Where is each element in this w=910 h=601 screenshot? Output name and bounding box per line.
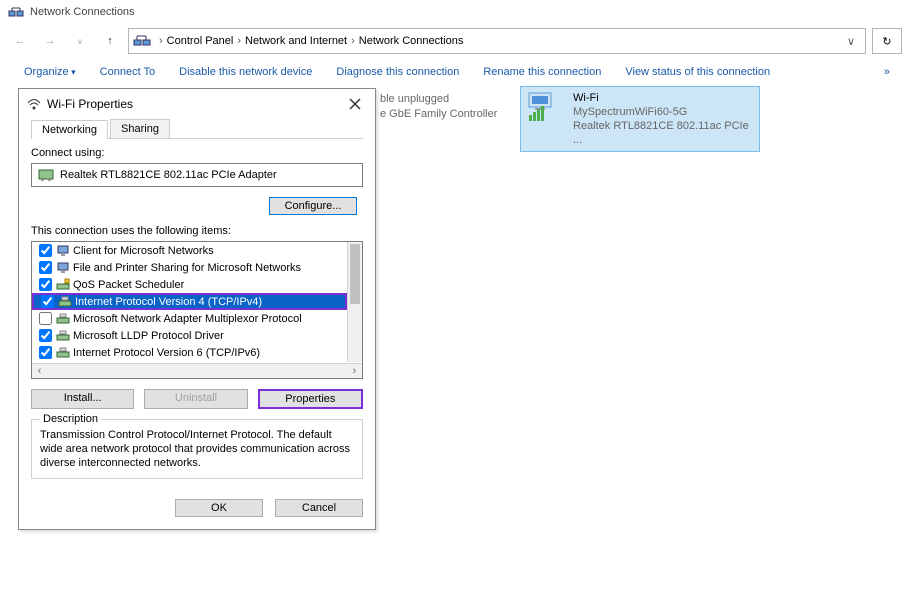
connection-item[interactable]: Internet Protocol Version 6 (TCP/IPv6) [32,344,347,361]
breadcrumb-trail[interactable]: › Control Panel › Network and Internet ›… [128,28,866,54]
window-title-text: Network Connections [30,6,135,18]
item-label: Internet Protocol Version 6 (TCP/IPv6) [73,347,260,359]
adapter-nic: Realtek RTL8821CE 802.11ac PCIe ... [573,119,755,147]
proto-icon [56,346,70,360]
breadcrumb-sep: › [351,35,355,47]
item-checkbox[interactable] [39,244,52,257]
scroll-right-icon[interactable]: › [347,365,362,377]
tab-sharing[interactable]: Sharing [110,119,170,138]
close-icon [349,98,361,110]
connection-item[interactable]: Client for Microsoft Networks [32,242,347,259]
horizontal-scrollbar[interactable]: ‹ › [32,363,362,378]
item-checkbox[interactable] [39,278,52,291]
tab-networking[interactable]: Networking [31,120,108,139]
window-title-bar: Network Connections [0,0,910,24]
network-connections-icon [8,4,24,20]
network-connections-icon [133,32,151,50]
items-label: This connection uses the following items… [31,225,363,237]
connect-to-button[interactable]: Connect To [88,64,167,80]
up-button[interactable]: ↑ [98,29,122,53]
uninstall-button: Uninstall [144,389,247,409]
disable-device-button[interactable]: Disable this network device [167,64,324,80]
breadcrumb-sep: › [159,35,163,47]
adapter-ssid: MySpectrumWiFi60-5G [573,105,755,119]
item-checkbox[interactable] [41,295,54,308]
cancel-button[interactable]: Cancel [275,499,363,517]
tab-strip: Networking Sharing [31,119,363,138]
breadcrumb-dropdown[interactable]: ∨ [841,35,861,48]
item-checkbox[interactable] [39,329,52,342]
rename-button[interactable]: Rename this connection [471,64,613,80]
connection-item[interactable]: File and Printer Sharing for Microsoft N… [32,259,347,276]
breadcrumb-item[interactable]: Control Panel [167,35,234,47]
more-commands-chevron[interactable]: » [876,64,898,80]
diagnose-button[interactable]: Diagnose this connection [324,64,471,80]
command-bar: Organize Connect To Disable this network… [0,58,910,86]
item-label: Client for Microsoft Networks [73,245,214,257]
connection-item[interactable]: Internet Protocol Version 4 (TCP/IPv4) [32,293,347,310]
item-checkbox[interactable] [39,312,52,325]
scroll-left-icon[interactable]: ‹ [32,365,47,377]
description-groupbox: Description Transmission Control Protoco… [31,419,363,479]
properties-button[interactable]: Properties [258,389,363,409]
proto-icon [56,312,70,326]
description-text: Transmission Control Protocol/Internet P… [40,428,354,470]
wifi-adapter-item[interactable]: Wi-Fi MySpectrumWiFi60-5G Realtek RTL882… [520,86,760,152]
connection-item[interactable]: Microsoft LLDP Protocol Driver [32,327,347,344]
install-button[interactable]: Install... [31,389,134,409]
wifi-adapter-icon [525,91,565,123]
close-button[interactable] [343,94,367,114]
back-button[interactable]: ← [8,29,32,53]
share-icon [56,261,70,275]
connection-items-list[interactable]: Client for Microsoft Networks File and Pr… [31,241,363,379]
wifi-icon [27,97,41,111]
connection-item[interactable]: QoS Packet Scheduler [32,276,347,293]
item-label: Microsoft Network Adapter Multiplexor Pr… [73,313,302,325]
adapter-field[interactable]: Realtek RTL8821CE 802.11ac PCIe Adapter [31,163,363,187]
qos-icon [56,278,70,292]
address-bar: ← → v ↑ › Control Panel › Network and In… [0,24,910,58]
forward-button[interactable]: → [38,29,62,53]
ok-button[interactable]: OK [175,499,263,517]
adapter-name: Wi-Fi [573,91,755,105]
adapter-name-text: Realtek RTL8821CE 802.11ac PCIe Adapter [60,169,277,181]
configure-button[interactable]: Configure... [269,197,357,215]
dialog-title: Wi-Fi Properties [47,97,133,111]
breadcrumb-item[interactable]: Network Connections [359,35,464,47]
item-label: Internet Protocol Version 4 (TCP/IPv4) [75,296,262,308]
refresh-button[interactable]: ↻ [872,28,902,54]
proto-icon [58,295,72,309]
breadcrumb-sep: › [237,35,241,47]
proto-icon [56,329,70,343]
item-label: QoS Packet Scheduler [73,279,184,291]
dialog-titlebar[interactable]: Wi-Fi Properties [19,89,375,119]
organize-menu[interactable]: Organize [12,64,88,80]
ethernet-adapter-partial: ble unplugged e GbE Family Controller [380,92,497,122]
wifi-properties-dialog: Wi-Fi Properties Networking Sharing Conn… [18,88,376,530]
recent-dropdown[interactable]: v [68,29,92,53]
connect-using-label: Connect using: [31,147,363,159]
item-checkbox[interactable] [39,261,52,274]
vertical-scrollbar[interactable] [347,242,362,362]
item-label: File and Printer Sharing for Microsoft N… [73,262,301,274]
client-icon [56,244,70,258]
nic-icon [38,168,54,182]
breadcrumb-item[interactable]: Network and Internet [245,35,347,47]
description-legend: Description [40,413,101,425]
item-label: Microsoft LLDP Protocol Driver [73,330,224,342]
connection-item[interactable]: Microsoft Network Adapter Multiplexor Pr… [32,310,347,327]
item-checkbox[interactable] [39,346,52,359]
view-status-button[interactable]: View status of this connection [613,64,782,80]
